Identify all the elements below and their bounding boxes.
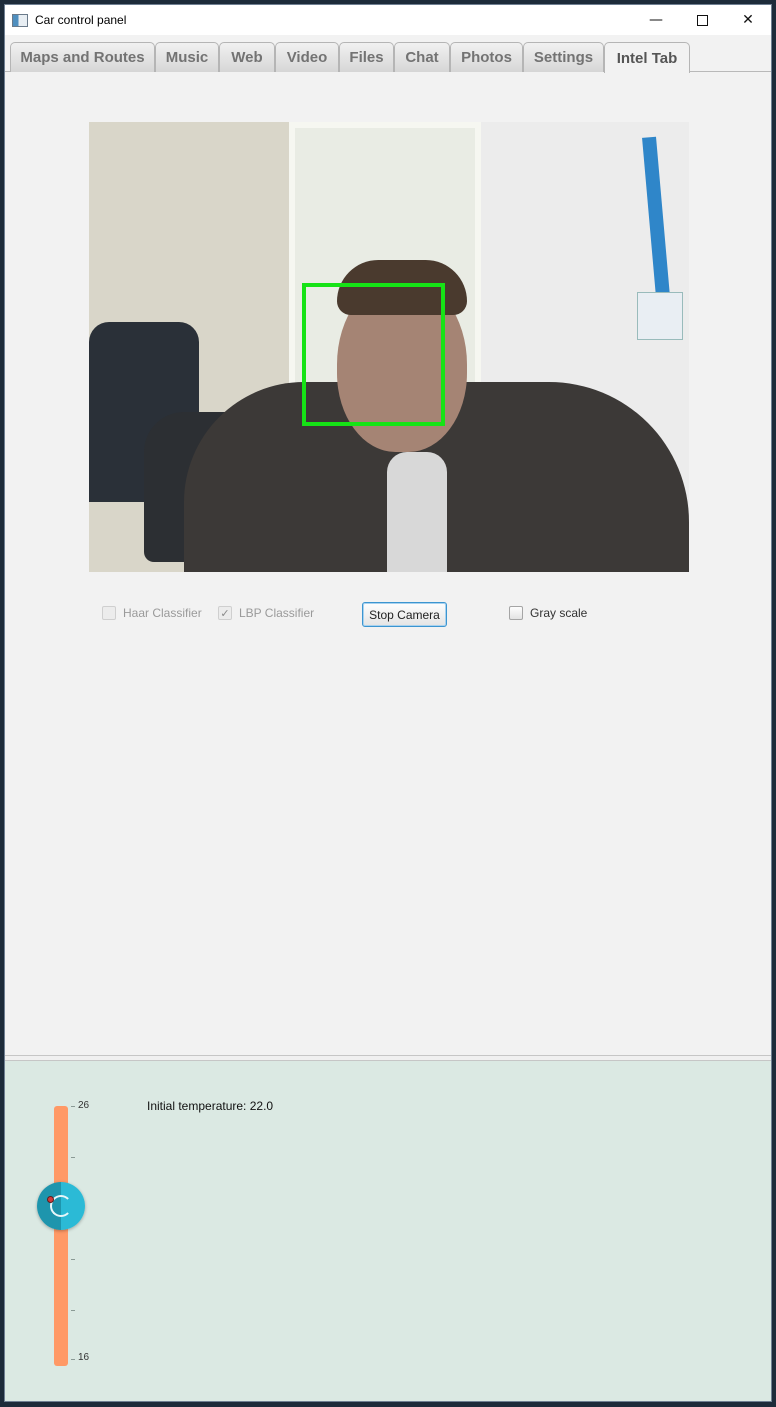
slider-tick <box>71 1157 75 1158</box>
temperature-slider-track[interactable] <box>54 1106 68 1366</box>
checkmark-icon: ✓ <box>220 606 230 620</box>
tab-intel[interactable]: Intel Tab <box>604 42 690 73</box>
lbp-classifier-checkbox[interactable]: ✓ <box>218 606 232 620</box>
tab-music[interactable]: Music <box>155 42 219 72</box>
minimize-icon: — <box>649 12 663 28</box>
tab-settings[interactable]: Settings <box>523 42 604 72</box>
app-window: Car control panel — ✕ Maps and Routes Mu… <box>4 4 772 1402</box>
close-icon: ✕ <box>742 12 754 28</box>
lbp-classifier-label: LBP Classifier <box>239 606 315 620</box>
slider-min-label: 16 <box>78 1352 90 1363</box>
tab-chat[interactable]: Chat <box>394 42 450 72</box>
tab-video[interactable]: Video <box>275 42 339 72</box>
window-controls: — ✕ <box>633 5 771 35</box>
close-button[interactable]: ✕ <box>725 5 771 35</box>
knob-indicator-dot <box>47 1196 54 1203</box>
slider-tick <box>71 1106 75 1107</box>
gray-scale-label: Gray scale <box>530 606 588 620</box>
temperature-panel: 26 16 Initial temperature: 22.0 <box>5 1061 771 1401</box>
temperature-slider-knob[interactable] <box>37 1182 85 1230</box>
gray-scale-checkbox[interactable] <box>509 606 523 620</box>
camera-background-lanyard <box>642 136 670 298</box>
minimize-button[interactable]: — <box>633 5 679 35</box>
app-icon <box>12 13 28 27</box>
initial-temperature-text: Initial temperature: 22.0 <box>147 1099 274 1113</box>
stop-camera-button[interactable]: Stop Camera <box>362 602 447 627</box>
tab-web[interactable]: Web <box>219 42 275 72</box>
gray-scale-option[interactable]: Gray scale <box>509 606 587 620</box>
maximize-button[interactable] <box>679 5 725 35</box>
camera-view <box>89 122 689 572</box>
face-detection-box <box>302 283 445 426</box>
slider-tick <box>71 1359 75 1360</box>
title-bar: Car control panel — ✕ <box>5 5 771 35</box>
camera-background-badge <box>637 292 683 340</box>
window-title: Car control panel <box>35 13 127 27</box>
haar-classifier-checkbox[interactable] <box>102 606 116 620</box>
tab-files[interactable]: Files <box>339 42 394 72</box>
tab-photos[interactable]: Photos <box>450 42 523 72</box>
camera-controls: Haar Classifier ✓ LBP Classifier Stop Ca… <box>5 602 771 630</box>
camera-person-shirt <box>387 452 447 572</box>
haar-classifier-label: Haar Classifier <box>123 606 202 620</box>
slider-tick <box>71 1259 75 1260</box>
tab-bar: Maps and Routes Music Web Video Files Ch… <box>5 42 771 73</box>
haar-classifier-option[interactable]: Haar Classifier <box>102 606 202 620</box>
slider-max-label: 26 <box>78 1100 90 1111</box>
slider-tick <box>71 1310 75 1311</box>
maximize-icon <box>696 14 708 26</box>
lbp-classifier-option[interactable]: ✓ LBP Classifier <box>218 606 314 620</box>
tab-maps-and-routes[interactable]: Maps and Routes <box>10 42 155 72</box>
